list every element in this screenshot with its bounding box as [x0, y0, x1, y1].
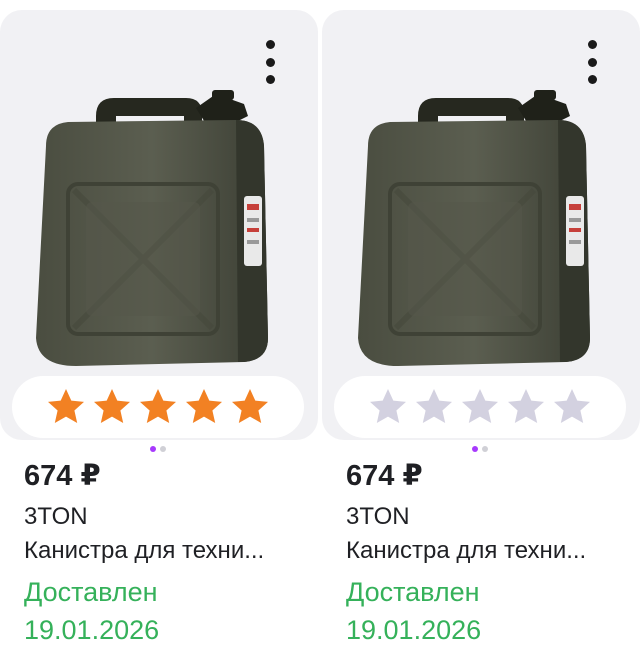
product-title[interactable]: Канистра для техни... [346, 537, 636, 565]
brand-name[interactable]: 3TON [346, 503, 410, 531]
star-empty-icon[interactable] [460, 387, 500, 427]
brand-name[interactable]: 3TON [24, 503, 88, 531]
pager-dot [482, 446, 488, 452]
image-pager [150, 446, 166, 452]
pager-dot [160, 446, 166, 452]
star-filled-icon[interactable] [230, 387, 270, 427]
product-image-panel[interactable] [0, 10, 318, 440]
product-card[interactable]: 674 ₽ 3TON Канистра для техни... Доставл… [322, 0, 640, 664]
jerrycan-image [36, 90, 268, 366]
pager-dot-active [472, 446, 478, 452]
product-image-panel[interactable] [322, 10, 640, 440]
more-dot [265, 75, 275, 84]
delivery-date: 19.01.2026 [24, 615, 160, 645]
more-dot [265, 40, 275, 49]
more-menu-button[interactable] [260, 36, 280, 88]
delivery-status: Доставлен [346, 577, 480, 607]
orders-grid: 674 ₽ 3TON Канистра для техни... Доставл… [0, 0, 640, 664]
rating-stars[interactable] [12, 376, 304, 438]
delivery-date: 19.01.2026 [346, 615, 482, 645]
product-title[interactable]: Канистра для техни... [24, 537, 314, 565]
star-empty-icon[interactable] [506, 387, 546, 427]
more-dot [265, 57, 275, 67]
star-empty-icon[interactable] [552, 387, 592, 427]
price: 674 ₽ [24, 460, 101, 492]
star-empty-icon[interactable] [414, 387, 454, 427]
price: 674 ₽ [346, 460, 423, 492]
star-filled-icon[interactable] [92, 387, 132, 427]
more-dot [587, 57, 597, 67]
rating-stars[interactable] [334, 376, 626, 438]
delivery-status: Доставлен [24, 577, 158, 607]
more-dot [587, 40, 597, 49]
star-empty-icon[interactable] [368, 387, 408, 427]
product-card[interactable]: 674 ₽ 3TON Канистра для техни... Доставл… [0, 0, 318, 664]
jerrycan-image [358, 90, 590, 366]
star-filled-icon[interactable] [184, 387, 224, 427]
star-filled-icon[interactable] [138, 387, 178, 427]
more-menu-button[interactable] [582, 36, 602, 88]
image-pager [472, 446, 488, 452]
more-dot [587, 75, 597, 84]
pager-dot-active [150, 446, 156, 452]
star-filled-icon[interactable] [46, 387, 86, 427]
